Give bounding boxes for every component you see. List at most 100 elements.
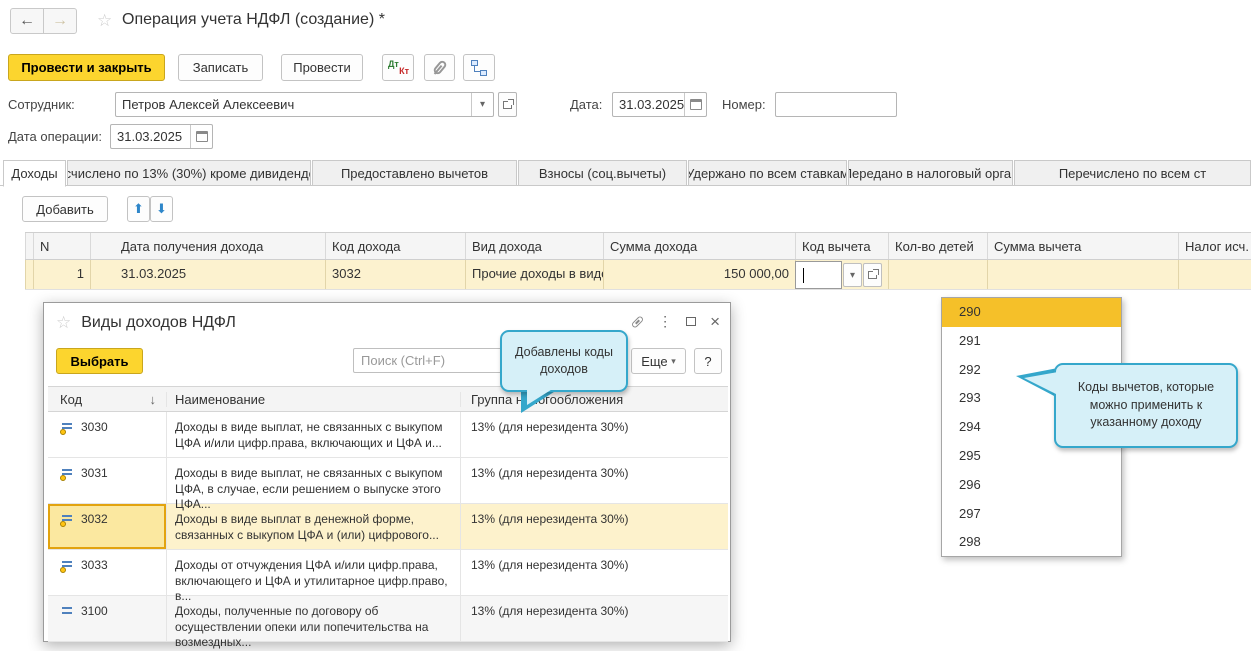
favorite-star-icon[interactable]: ☆ [97,11,112,31]
tab-predostavleno[interactable]: Предоставлено вычетов [312,160,517,186]
cell-income-kind[interactable]: Прочие доходы в виде ЦФА [465,260,603,289]
col-income-date[interactable]: Дата получения дохода [90,233,325,259]
deduction-open-button[interactable] [863,263,882,287]
col-income-code[interactable]: Код дохода [325,233,465,259]
income-kind-code: 3100 [81,604,108,618]
attachments-button[interactable] [424,54,455,81]
post-and-close-button[interactable]: Провести и закрыть [8,54,165,81]
income-kind-code: 3033 [81,558,108,572]
chevron-down-icon: ▾ [671,356,676,367]
operation-date-label: Дата операции: [8,129,102,144]
date-value: 31.03.2025 [619,97,684,112]
deduction-code-editbox[interactable] [795,261,842,289]
income-kind-row[interactable]: 3100 Доходы, полученные по договору об о… [48,596,728,642]
col-deduction-code[interactable]: Код вычета [795,233,888,259]
col-group[interactable]: Группа налогообложения [461,392,724,407]
deduction-code-option[interactable]: 296 [942,471,1121,500]
help-button[interactable]: ? [694,348,722,374]
deduction-code-editor[interactable]: ▾ [795,260,888,290]
tab-ischisleno[interactable]: Исчислено по 13% (30%) кроме дивидендов [67,160,311,186]
deduction-code-option[interactable]: 290 [942,298,1121,327]
move-row-down-button[interactable]: ⬇ [150,196,173,222]
dt-kt-postings-button[interactable]: ДтКт [382,54,414,81]
tab-dohody[interactable]: Доходы [3,160,66,187]
structure-button[interactable] [463,54,495,81]
income-kind-name: Доходы в виде выплат, не связанных с вык… [166,458,461,503]
col-code[interactable]: Код ↓ [48,392,166,407]
tab-uderzhano[interactable]: Удержано по всем ставкам [688,160,847,186]
income-kind-row[interactable]: 3033 Доходы от отчуждения ЦФА и/или цифр… [48,550,728,596]
maximize-icon[interactable] [686,317,696,326]
cell-income-date[interactable]: 31.03.2025 [90,260,325,289]
move-row-up-button[interactable]: ⬆ [127,196,150,222]
income-kind-code: 3032 [81,512,108,526]
callout-deductions: Коды вычетов, которые можно применить к … [1054,363,1238,448]
income-kind-name: Доходы от отчуждения ЦФА и/или цифр.прав… [166,550,461,595]
cell-children-count[interactable] [888,260,987,289]
cell-deduction-sum[interactable] [987,260,1178,289]
add-row-button[interactable]: Добавить [22,196,108,222]
employee-open-button[interactable] [498,92,517,117]
down-arrow-icon: ⬇ [156,201,167,217]
income-grid: N Дата получения дохода Код дохода Вид д… [25,232,1251,290]
cell-n[interactable]: 1 [33,260,90,289]
row-selector-column [25,233,33,259]
more-menu-icon[interactable]: ⋮ [658,313,672,330]
date-input[interactable]: 31.03.2025 [612,92,707,117]
number-input[interactable] [775,92,897,117]
select-button[interactable]: Выбрать [56,348,143,374]
text-caret [803,268,804,283]
tab-peredano[interactable]: Передано в налоговый орган [848,160,1013,186]
up-arrow-icon: ⬆ [133,201,144,217]
close-icon[interactable]: × [710,313,720,330]
col-tax-calculated[interactable]: Налог исч. [1178,233,1251,259]
employee-label: Сотрудник: [8,97,75,112]
col-income-kind[interactable]: Вид дохода [465,233,603,259]
operation-date-input[interactable]: 31.03.2025 [110,124,213,149]
operation-date-calendar-button[interactable] [190,125,212,148]
search-placeholder: Поиск (Ctrl+F) [361,353,445,368]
number-label: Номер: [722,97,766,112]
employee-dropdown-icon[interactable]: ▾ [471,93,493,116]
cell-income-amount[interactable]: 150 000,00 [603,260,795,289]
deduction-code-option[interactable]: 297 [942,500,1121,529]
callout-tail [527,388,554,405]
income-kind-row[interactable]: 3032 Доходы в виде выплат в денежной фор… [48,504,728,550]
col-income-amount[interactable]: Сумма дохода [603,233,795,259]
deduction-dropdown-button[interactable]: ▾ [843,263,862,287]
grid-data-row[interactable]: 1 31.03.2025 3032 Прочие доходы в виде Ц… [25,260,1251,290]
date-label: Дата: [570,97,602,112]
structure-icon [471,60,487,76]
income-kind-name: Доходы, полученные по договору об осущес… [166,596,461,641]
income-kind-row[interactable]: 3031 Доходы в виде выплат, не связанных … [48,458,728,504]
col-n[interactable]: N [33,233,90,259]
employee-value: Петров Алексей Алексеевич [122,97,294,112]
income-kind-row[interactable]: 3030 Доходы в виде выплат, не связанных … [48,412,728,458]
back-arrow-icon: ← [19,12,35,30]
nav-back-button[interactable]: ← [10,8,44,34]
sort-desc-icon: ↓ [150,392,157,407]
write-button[interactable]: Записать [178,54,263,81]
income-kind-group: 13% (для нерезидента 30%) [461,550,724,595]
paperclip-icon [432,59,448,76]
favorite-star-icon[interactable]: ☆ [56,313,71,333]
cell-income-code[interactable]: 3032 [325,260,465,289]
post-button[interactable]: Провести [281,54,363,81]
operation-date-value: 31.03.2025 [117,129,182,144]
table-header-row: Код ↓ Наименование Группа налогообложени… [48,386,728,412]
date-calendar-button[interactable] [684,93,706,116]
nav-forward-button[interactable]: → [43,8,77,34]
col-children-count[interactable]: Кол-во детей [888,233,987,259]
cell-tax-calculated[interactable] [1178,260,1251,289]
app-window: ← → ☆ Операция учета НДФЛ (создание) * П… [0,0,1251,642]
more-button[interactable]: Еще ▾ [631,348,686,374]
tab-vznosy[interactable]: Взносы (соц.вычеты) [518,160,687,186]
deduction-code-option[interactable]: 291 [942,327,1121,356]
tab-perechisleno[interactable]: Перечислено по всем ст [1014,160,1251,186]
employee-input[interactable]: Петров Алексей Алексеевич ▾ [115,92,494,117]
reference-item-icon [60,422,73,434]
get-link-icon[interactable] [631,315,644,328]
deduction-code-option[interactable]: 298 [942,528,1121,557]
col-deduction-sum[interactable]: Сумма вычета [987,233,1178,259]
col-name[interactable]: Наименование [166,392,461,407]
